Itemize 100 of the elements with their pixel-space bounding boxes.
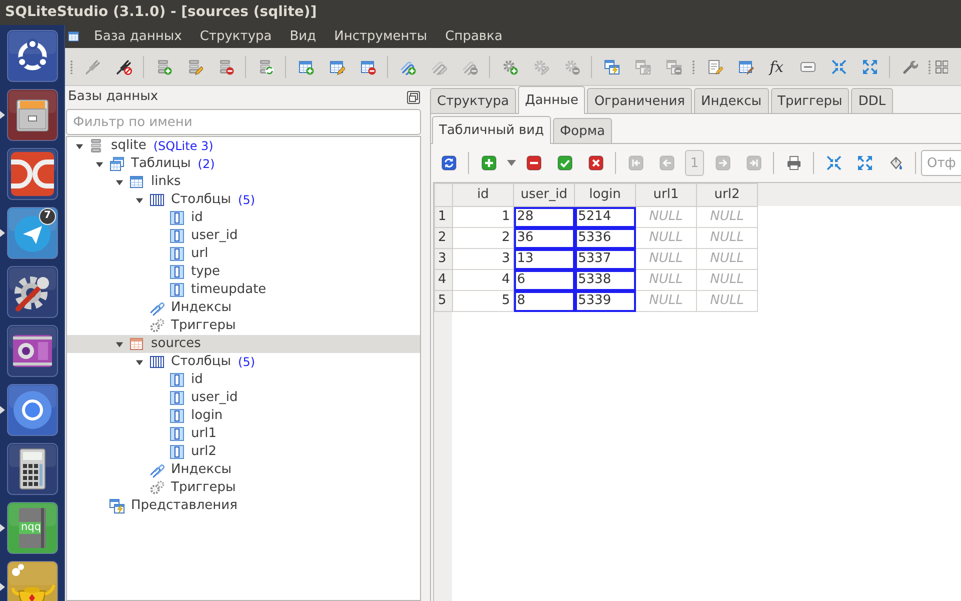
notebook-icon[interactable] — [7, 502, 58, 554]
table-add-icon[interactable] — [298, 58, 314, 74]
column-header[interactable]: id — [452, 184, 514, 206]
tree-item[interactable]: Триггеры — [67, 479, 420, 497]
row-header[interactable]: 3 — [434, 248, 452, 270]
tree-item[interactable]: login — [67, 407, 420, 425]
cross-icon[interactable] — [588, 155, 604, 171]
tab[interactable]: Структура — [430, 88, 516, 113]
table-cell[interactable]: 28 — [514, 206, 574, 228]
tree-item[interactable]: url2 — [67, 443, 420, 461]
webcam-icon[interactable] — [7, 325, 58, 377]
teapot-icon[interactable] — [7, 561, 58, 601]
tree-item[interactable]: user_id — [67, 389, 420, 407]
wrench-icon[interactable] — [902, 58, 918, 74]
tab[interactable]: DDL — [851, 88, 893, 113]
tree-item[interactable]: Индексы — [67, 461, 420, 479]
arrows-outward-icon[interactable] — [856, 155, 872, 171]
minus-icon[interactable] — [526, 155, 542, 171]
filter-field[interactable]: Фильтр по имени — [66, 109, 421, 135]
table-cell[interactable]: 1 — [452, 206, 514, 228]
table-edit-icon[interactable] — [328, 58, 344, 74]
tree-arrow-icon[interactable] — [114, 340, 124, 348]
row-header[interactable]: 5 — [434, 290, 452, 312]
arrows-outward-icon[interactable] — [862, 58, 878, 74]
table-brush-icon[interactable] — [738, 58, 754, 74]
table-remove-icon[interactable] — [360, 58, 376, 74]
row-header[interactable]: 4 — [434, 270, 452, 290]
database-add-icon[interactable] — [156, 58, 172, 74]
tree-arrow-icon[interactable] — [74, 142, 84, 150]
table-cell[interactable]: 6 — [514, 270, 574, 290]
unplug-icon[interactable] — [116, 58, 132, 74]
table-cell[interactable]: 5338 — [574, 270, 636, 290]
undock-icon[interactable] — [407, 90, 420, 104]
tree-arrow-icon[interactable] — [134, 358, 144, 366]
database-remove-icon[interactable] — [218, 58, 234, 74]
gear-add-icon[interactable] — [502, 58, 518, 74]
tab[interactable]: Данные — [518, 86, 586, 114]
table-cell[interactable]: 36 — [514, 228, 574, 248]
menu-item[interactable]: Вид — [280, 25, 326, 48]
tree-item[interactable]: id — [67, 371, 420, 389]
plus-icon[interactable] — [480, 155, 496, 171]
tab[interactable]: Триггеры — [770, 88, 850, 113]
tree-arrow-icon[interactable] — [134, 196, 144, 204]
paper-plane-icon[interactable] — [7, 207, 58, 259]
tree-item[interactable]: Таблицы (2) — [67, 155, 420, 173]
refresh-icon[interactable] — [440, 155, 456, 171]
tree-item[interactable]: Индексы — [67, 299, 420, 317]
table-cell[interactable]: 5214 — [574, 206, 636, 228]
tree-item[interactable]: Представления — [67, 497, 420, 515]
caret-icon[interactable] — [506, 160, 516, 166]
check-icon[interactable] — [556, 155, 572, 171]
menu-item[interactable]: Инструменты — [325, 25, 436, 48]
table-cell[interactable]: 13 — [514, 248, 574, 270]
database-edit-icon[interactable] — [186, 58, 202, 74]
file-cabinet-icon[interactable] — [7, 89, 58, 141]
table-cell[interactable]: 5339 — [574, 290, 636, 312]
printer-icon[interactable] — [786, 155, 802, 171]
arrows-inward-icon[interactable] — [830, 58, 846, 74]
tree-item[interactable]: Столбцы (5) — [67, 353, 420, 371]
ring-icon[interactable] — [7, 384, 58, 436]
tree-item[interactable]: user_id — [67, 227, 420, 245]
tree-item[interactable]: id — [67, 209, 420, 227]
tree-item[interactable]: links — [67, 173, 420, 191]
tree-item[interactable]: sources — [67, 335, 420, 353]
tree-arrow-icon[interactable] — [94, 160, 104, 168]
paint-bucket-icon[interactable] — [888, 155, 904, 171]
tree-item[interactable]: timeupdate — [67, 281, 420, 299]
calculator-icon[interactable] — [7, 443, 58, 495]
tree-item[interactable]: sqlite (SQLite 3) — [67, 137, 420, 155]
gear-wrench-icon[interactable] — [7, 266, 58, 318]
tree-item[interactable]: type — [67, 263, 420, 281]
column-header[interactable]: user_id — [514, 184, 574, 206]
database-refresh-icon[interactable] — [258, 58, 274, 74]
table-cell[interactable]: 3 — [452, 248, 514, 270]
tab[interactable]: Форма — [552, 118, 612, 143]
arrows-inward-icon[interactable] — [826, 155, 842, 171]
menu-item[interactable]: Структура — [190, 25, 281, 48]
ring-logo-icon[interactable] — [7, 30, 58, 82]
table-cell[interactable]: 5 — [452, 290, 514, 312]
tab[interactable]: Ограничения — [587, 88, 692, 113]
tree-arrow-icon[interactable] — [114, 178, 124, 186]
document-pencil-icon[interactable] — [706, 58, 722, 74]
functions-button[interactable]: fx — [766, 58, 786, 76]
view-add-icon[interactable] — [604, 58, 620, 74]
column-header[interactable]: login — [574, 184, 636, 206]
row-header[interactable]: 1 — [434, 206, 452, 228]
table-cell[interactable]: 2 — [452, 228, 514, 248]
table-cell[interactable]: 5337 — [574, 248, 636, 270]
half-circles-icon[interactable] — [7, 148, 58, 200]
table-cell[interactable]: 8 — [514, 290, 574, 312]
menu-item[interactable]: База данных — [85, 25, 191, 48]
grid-icon[interactable] — [935, 58, 948, 74]
table-cell[interactable]: 5336 — [574, 228, 636, 248]
tree-item[interactable]: Триггеры — [67, 317, 420, 335]
tree-item[interactable]: Столбцы (5) — [67, 191, 420, 209]
row-header[interactable]: 2 — [434, 228, 452, 248]
filter-field[interactable]: Отф — [921, 150, 961, 176]
tree-item[interactable]: url — [67, 245, 420, 263]
column-header[interactable]: url1 — [636, 184, 696, 206]
tab[interactable]: Табличный вид — [432, 116, 551, 144]
